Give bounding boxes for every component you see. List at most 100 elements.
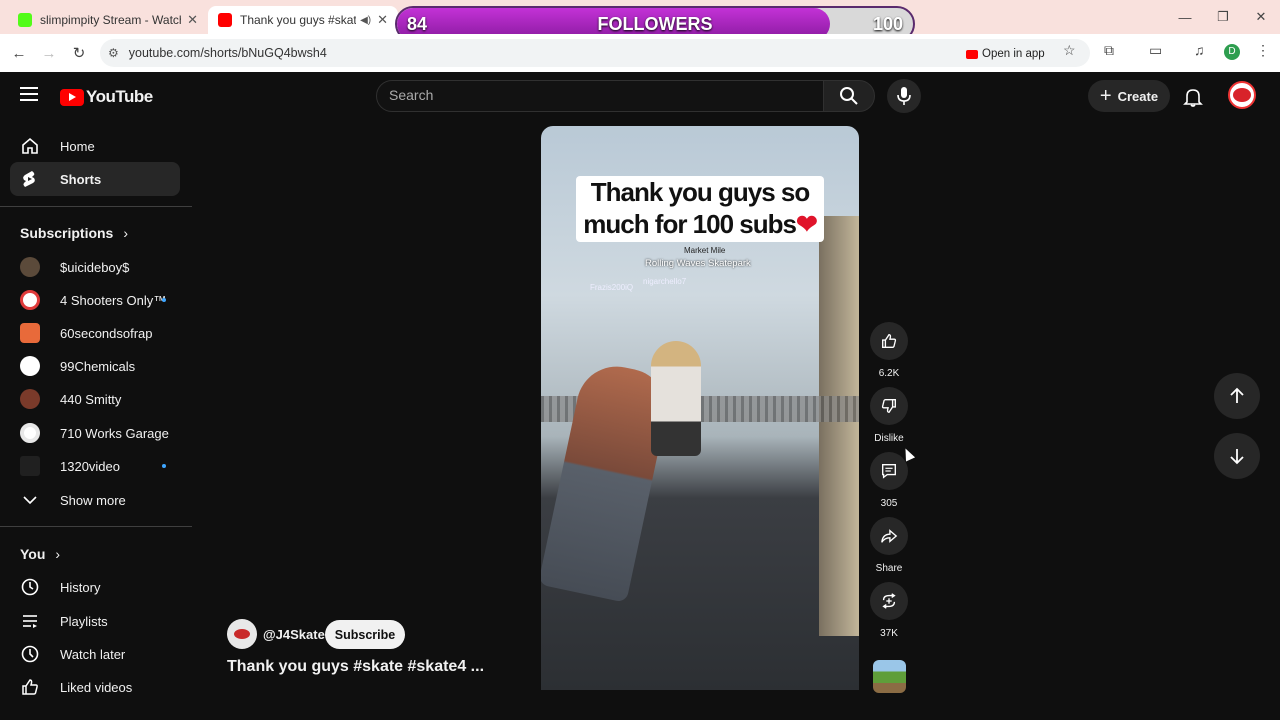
- channel-avatar: [20, 389, 40, 409]
- channel-avatar[interactable]: [227, 619, 257, 649]
- create-button[interactable]: + Create: [1088, 80, 1170, 112]
- sidebar-item-label: 440 Smitty: [60, 391, 122, 407]
- site-info-icon[interactable]: ⚙: [108, 46, 119, 60]
- sidebar-item-subscription[interactable]: 99Chemicals: [10, 349, 180, 383]
- video-skater-background: [651, 341, 701, 456]
- channel-handle[interactable]: @J4Skate: [263, 627, 325, 642]
- profile-avatar[interactable]: D: [1224, 44, 1240, 60]
- sidebar-item-liked-videos[interactable]: Liked videos: [10, 670, 180, 704]
- channel-avatar: [20, 456, 40, 476]
- share-button[interactable]: Share: [870, 517, 908, 574]
- sidebar-item-subscription[interactable]: 440 Smitty: [10, 382, 180, 416]
- show-more-button[interactable]: Show more: [10, 483, 180, 517]
- tab-close-icon[interactable]: ✕: [187, 12, 198, 28]
- microphone-icon: [897, 87, 911, 105]
- browser-tab-youtube[interactable]: Thank you guys #skate #ska ◀) ✕: [208, 6, 398, 34]
- you-header[interactable]: You ›: [20, 546, 60, 562]
- remix-count: 37K: [880, 628, 898, 639]
- new-content-dot: [162, 464, 166, 468]
- open-in-app-button[interactable]: Open in app: [958, 44, 1053, 64]
- like-circle[interactable]: [870, 322, 908, 360]
- sidebar-item-subscription[interactable]: 1320video: [10, 449, 180, 483]
- sidebar-item-home[interactable]: Home: [10, 129, 180, 163]
- share-label: Share: [875, 563, 903, 574]
- dislike-circle[interactable]: [870, 387, 908, 425]
- youtube-app-icon: [966, 49, 978, 59]
- sidebar-item-subscription[interactable]: 710 Works Garage: [10, 416, 180, 450]
- show-more-label: Show more: [60, 492, 126, 508]
- previous-short-button[interactable]: [1214, 373, 1260, 419]
- forward-icon[interactable]: →: [34, 45, 64, 62]
- extensions-icon[interactable]: ⧉: [1104, 42, 1114, 59]
- remix-circle[interactable]: [870, 582, 908, 620]
- home-icon: [20, 136, 40, 156]
- comments-circle[interactable]: [870, 452, 908, 490]
- kick-favicon-icon: [18, 13, 32, 27]
- youtube-header: YouTube Search + Create: [0, 72, 1280, 120]
- menu-icon[interactable]: [20, 87, 38, 105]
- share-circle[interactable]: [870, 517, 908, 555]
- video-title[interactable]: Thank you guys #skate #skate4 ...: [227, 658, 484, 676]
- history-icon: [20, 577, 40, 597]
- hud-location: Market Mile: [684, 246, 726, 255]
- caption-line-1: Thank you guys so: [590, 177, 811, 207]
- search-button[interactable]: [823, 80, 875, 112]
- channel-avatar: [20, 423, 40, 443]
- speaker-icon[interactable]: ◀): [360, 15, 371, 26]
- sidebar-item-label: Liked videos: [60, 679, 133, 695]
- next-short-button[interactable]: [1214, 433, 1260, 479]
- you-title: You: [20, 546, 46, 562]
- restore-window-icon[interactable]: ❐: [1204, 0, 1242, 34]
- sidebar-item-label: 99Chemicals: [60, 358, 136, 374]
- remix-button[interactable]: 37K: [870, 582, 908, 639]
- back-icon[interactable]: ←: [4, 45, 34, 62]
- sidebar-item-label: Home: [60, 138, 95, 154]
- comment-count: 305: [880, 498, 898, 509]
- new-content-dot: [162, 298, 166, 302]
- cast-icon[interactable]: ▭: [1149, 42, 1162, 59]
- url-field[interactable]: ⚙ youtube.com/shorts/bNuGQ4bwsh4: [100, 39, 1090, 67]
- sidebar-item-label: 710 Works Garage: [60, 425, 169, 441]
- tab-close-icon[interactable]: ✕: [377, 12, 388, 28]
- notifications-bell-icon[interactable]: [1182, 86, 1204, 108]
- account-avatar[interactable]: [1228, 81, 1256, 109]
- chevron-down-icon: [20, 490, 40, 510]
- bookmark-star-icon[interactable]: ☆: [1063, 42, 1076, 59]
- channel-avatar: [20, 356, 40, 376]
- tab-title: slimpimpity Stream - Watch Liv: [40, 13, 181, 27]
- reload-icon[interactable]: ↻: [64, 44, 94, 62]
- sidebar-item-shorts[interactable]: Shorts: [10, 162, 180, 196]
- video-caption-sticker: Thank you guys so much for 100 subs❤: [576, 176, 824, 242]
- heart-icon: ❤: [795, 209, 818, 239]
- sound-thumbnail[interactable]: [873, 660, 906, 693]
- sidebar: Home Shorts Subscriptions › $uicideboy$ …: [0, 120, 192, 720]
- like-count: 6.2K: [878, 368, 900, 379]
- sidebar-item-history[interactable]: History: [10, 570, 180, 604]
- sidebar-item-watch-later[interactable]: Watch later: [10, 637, 180, 671]
- browser-menu-icon[interactable]: ⋮: [1256, 42, 1270, 59]
- comment-icon: [882, 464, 896, 479]
- browser-tab-kick[interactable]: slimpimpity Stream - Watch Liv ✕: [8, 6, 208, 34]
- comments-button[interactable]: 305: [870, 452, 908, 509]
- subscribe-button[interactable]: Subscribe: [325, 620, 405, 649]
- logo-text: YouTube: [86, 87, 153, 106]
- chevron-right-icon: ›: [55, 546, 61, 562]
- subscriptions-header[interactable]: Subscriptions ›: [20, 225, 128, 241]
- close-window-icon[interactable]: ✕: [1242, 0, 1280, 34]
- url-text: youtube.com/shorts/bNuGQ4bwsh4: [128, 46, 327, 60]
- media-control-icon[interactable]: ♫: [1194, 42, 1205, 58]
- thumbs-down-icon: [881, 399, 896, 413]
- remix-icon: [882, 593, 896, 609]
- tab-title: Thank you guys #skate #ska: [240, 13, 357, 27]
- voice-search-button[interactable]: [887, 79, 921, 113]
- youtube-logo[interactable]: YouTube: [60, 87, 153, 107]
- shorts-icon: [20, 169, 40, 189]
- sidebar-item-subscription[interactable]: $uicideboy$: [10, 250, 180, 284]
- search-input[interactable]: Search: [376, 80, 824, 112]
- minimize-window-icon[interactable]: —: [1166, 0, 1204, 34]
- like-button[interactable]: 6.2K: [870, 322, 908, 379]
- sidebar-item-subscription[interactable]: 4 Shooters Only™: [10, 283, 180, 317]
- dislike-button[interactable]: Dislike: [870, 387, 908, 444]
- sidebar-item-subscription[interactable]: 60secondsofrap: [10, 316, 180, 350]
- sidebar-item-playlists[interactable]: Playlists: [10, 604, 180, 638]
